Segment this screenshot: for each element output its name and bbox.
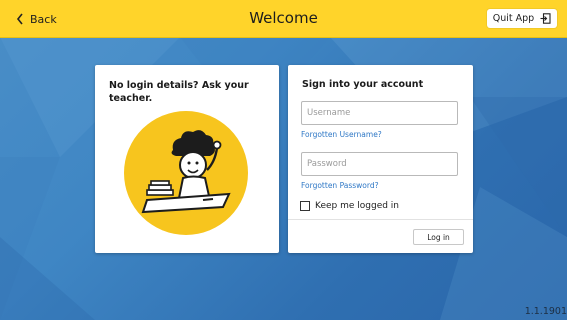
username-input[interactable] <box>301 101 458 125</box>
background-pattern <box>0 37 567 320</box>
keep-logged-in-toggle[interactable]: Keep me logged in <box>300 201 399 211</box>
quit-app-button[interactable]: Quit App <box>487 9 557 28</box>
teacher-help-card: No login details? Ask your teacher. <box>95 65 279 253</box>
page-title: Welcome <box>249 9 318 27</box>
keep-logged-in-checkbox[interactable] <box>300 201 310 211</box>
login-button[interactable]: Log in <box>413 229 464 245</box>
form-divider <box>288 219 473 220</box>
student-illustration <box>124 111 248 235</box>
forgotten-username-link[interactable]: Forgotten Username? <box>301 130 382 139</box>
login-button-label: Log in <box>427 232 450 242</box>
teacher-help-heading: No login details? Ask your teacher. <box>109 80 249 104</box>
login-heading: Sign into your account <box>302 79 424 90</box>
forgotten-password-link[interactable]: Forgotten Password? <box>301 181 379 190</box>
exit-door-icon <box>540 13 551 24</box>
login-card: Sign into your account Forgotten Usernam… <box>288 65 473 253</box>
quit-app-label: Quit App <box>492 13 535 24</box>
version-number: 1.1.1901 <box>524 306 567 317</box>
keep-logged-in-label: Keep me logged in <box>315 201 400 211</box>
top-bar: Back Welcome Quit App <box>0 0 567 38</box>
password-input[interactable] <box>301 152 458 176</box>
